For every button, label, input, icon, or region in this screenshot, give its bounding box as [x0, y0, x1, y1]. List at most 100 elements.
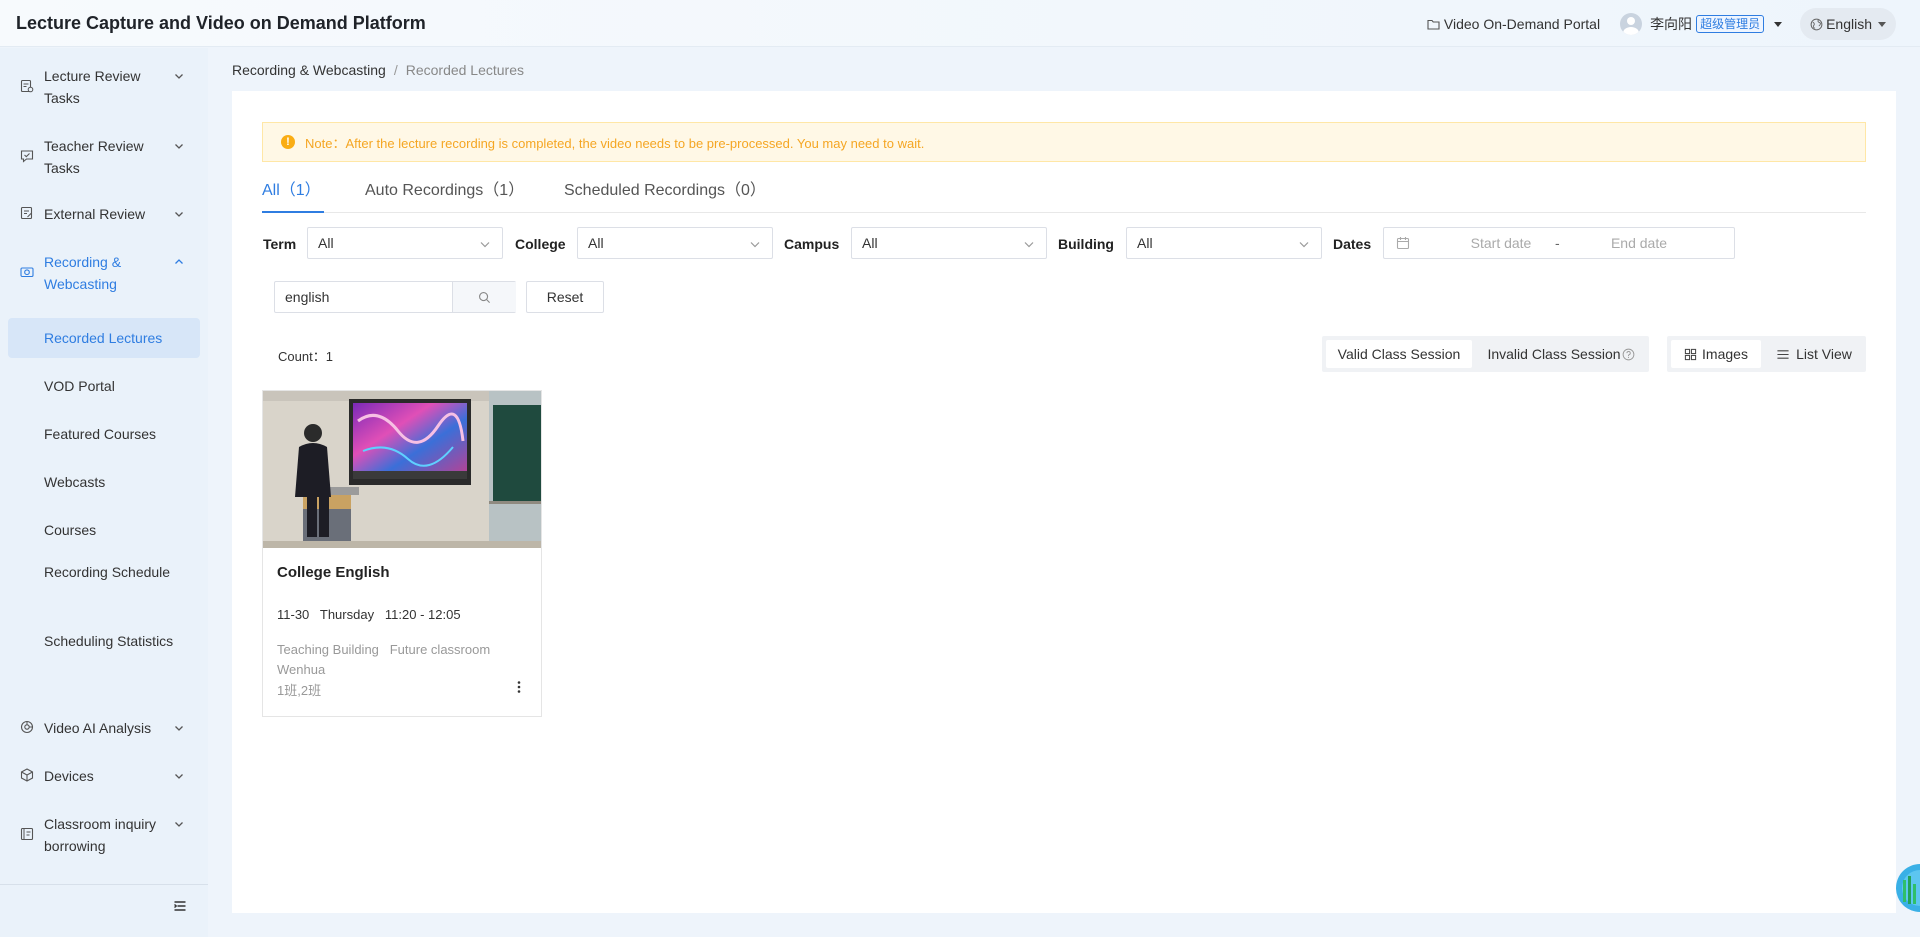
- lecture-card[interactable]: College English 11-30 Thursday 11:20 - 1…: [262, 390, 542, 717]
- chevron-down-icon: [175, 144, 183, 149]
- sidebar-item-recording-webcasting[interactable]: Recording & Webcasting: [0, 251, 208, 295]
- breadcrumb: Recording & Webcasting / Recorded Lectur…: [232, 62, 524, 78]
- chevron-down-icon: [1299, 242, 1309, 248]
- menu-collapse-icon[interactable]: [173, 899, 187, 913]
- sidebar-subitem-vod-portal[interactable]: VOD Portal: [8, 366, 200, 406]
- reset-button[interactable]: Reset: [526, 281, 604, 313]
- building-value: All: [1137, 235, 1153, 251]
- list-view-button[interactable]: List View: [1765, 340, 1863, 368]
- end-date-input[interactable]: End date: [1574, 235, 1704, 251]
- college-value: All: [588, 235, 604, 251]
- building-select[interactable]: All: [1126, 227, 1322, 259]
- dates-label: Dates: [1333, 236, 1372, 252]
- ai-analysis-icon: [20, 720, 34, 734]
- chevron-down-icon: [175, 822, 183, 827]
- campus-value: All: [862, 235, 878, 251]
- campus-select[interactable]: All: [851, 227, 1047, 259]
- document-edit-icon: [20, 206, 33, 220]
- lecture-classes: 1班,2班: [277, 683, 322, 698]
- images-view-button[interactable]: Images: [1671, 340, 1761, 368]
- count-value: 1: [325, 349, 333, 364]
- lecture-title: College English: [277, 564, 390, 581]
- user-menu[interactable]: 李向阳 超级管理员: [1620, 13, 1783, 35]
- breadcrumb-separator: /: [393, 62, 398, 78]
- valid-session-button[interactable]: Valid Class Session: [1326, 340, 1472, 368]
- term-value: All: [318, 235, 334, 251]
- start-date-input[interactable]: Start date: [1446, 235, 1556, 251]
- sidebar-item-label: Video AI Analysis: [44, 720, 152, 736]
- college-select[interactable]: All: [577, 227, 773, 259]
- search-button[interactable]: [452, 282, 516, 312]
- camera-icon: [20, 267, 34, 278]
- invalid-session-button[interactable]: Invalid Class Session: [1475, 340, 1647, 368]
- sidebar-subitem-courses[interactable]: Courses: [8, 510, 200, 550]
- sidebar-subitem-recorded-lectures[interactable]: Recorded Lectures: [8, 318, 200, 358]
- sidebar-subitem-label: VOD Portal: [44, 378, 115, 394]
- tab-auto-recordings[interactable]: Auto Recordings（1）: [365, 179, 524, 213]
- sidebar-subitem-recording-schedule[interactable]: Recording Schedule: [8, 559, 200, 607]
- sidebar-subitem-featured-courses[interactable]: Featured Courses: [8, 414, 200, 454]
- search-input[interactable]: [275, 282, 451, 312]
- caret-down-icon: [1774, 21, 1783, 27]
- main-panel: ! Note：After the lecture recording is co…: [232, 91, 1896, 913]
- chevron-down-icon: [1024, 242, 1034, 248]
- tab-scheduled-recordings[interactable]: Scheduled Recordings（0）: [564, 179, 766, 213]
- more-options-icon[interactable]: [511, 679, 527, 695]
- recording-tabs: All（1） Auto Recordings（1） Scheduled Reco…: [262, 179, 1866, 213]
- grid-icon: [1684, 348, 1697, 360]
- date-range-picker[interactable]: Start date - End date: [1383, 227, 1735, 259]
- sidebar-subitem-scheduling-statistics[interactable]: Scheduling Statistics: [8, 628, 200, 676]
- chevron-up-icon: [175, 259, 183, 264]
- tab-all[interactable]: All（1）: [262, 179, 324, 213]
- lecture-thumbnail[interactable]: [263, 391, 541, 548]
- calendar-icon: [1396, 237, 1410, 250]
- sidebar-item-lecture-review-tasks[interactable]: Lecture Review Tasks: [0, 65, 208, 109]
- warning-icon: !: [281, 135, 295, 149]
- sidebar-subitem-label: Featured Courses: [44, 426, 157, 442]
- sidebar-item-devices[interactable]: Devices: [0, 765, 208, 787]
- folder-icon: [1427, 19, 1440, 30]
- sidebar-subitem-label: Webcasts: [44, 474, 106, 490]
- search-icon: [479, 291, 491, 303]
- caret-down-icon: [1878, 21, 1886, 27]
- view-toggle: Images List View: [1667, 336, 1866, 372]
- session-toggle: Valid Class Session Invalid Class Sessio…: [1322, 336, 1649, 372]
- chevron-down-icon: [750, 242, 760, 248]
- sidebar-item-teacher-review-tasks[interactable]: Teacher Review Tasks: [0, 135, 208, 179]
- search-box: [274, 281, 516, 313]
- sidebar-subitem-label: Recording Schedule: [44, 564, 171, 580]
- lecture-location: Teaching Building Future classroom Wenhu…: [277, 642, 494, 677]
- sidebar-item-classroom-inquiry-borrowing[interactable]: Classroom inquiry borrowing: [0, 813, 208, 857]
- chat-check-icon: [20, 150, 34, 163]
- sidebar-subitem-webcasts[interactable]: Webcasts: [8, 462, 200, 502]
- sidebar-subitem-label: Scheduling Statistics: [44, 633, 174, 649]
- vod-portal-link[interactable]: Video On-Demand Portal: [1427, 16, 1600, 32]
- language-selector[interactable]: English: [1800, 8, 1896, 40]
- language-label: English: [1826, 16, 1872, 32]
- notice-banner: ! Note：After the lecture recording is co…: [262, 122, 1866, 162]
- role-badge: 超级管理员: [1696, 15, 1765, 33]
- sidebar-item-label: Devices: [44, 768, 94, 784]
- assistant-widget-icon[interactable]: [1893, 858, 1920, 918]
- sidebar-subitem-label: Courses: [44, 522, 97, 538]
- breadcrumb-parent[interactable]: Recording & Webcasting: [232, 62, 386, 78]
- count-label: Count：: [278, 349, 326, 364]
- sidebar-item-label: Recording & Webcasting: [44, 254, 122, 292]
- user-name: 李向阳: [1650, 16, 1693, 32]
- college-label: College: [515, 236, 566, 252]
- term-select[interactable]: All: [307, 227, 503, 259]
- sidebar-subitem-label: Recorded Lectures: [44, 330, 163, 346]
- sidebar: Lecture Review Tasks Teacher Review Task…: [0, 48, 208, 937]
- list-icon: [1777, 349, 1789, 359]
- notice-text: Note：After the lecture recording is comp…: [305, 135, 925, 151]
- vod-portal-label: Video On-Demand Portal: [1443, 16, 1601, 32]
- chevron-down-icon: [480, 242, 490, 248]
- sidebar-item-video-ai-analysis[interactable]: Video AI Analysis: [0, 717, 208, 739]
- list-view-label: List View: [1796, 346, 1852, 362]
- building-label: Building: [1058, 236, 1114, 252]
- term-label: Term: [263, 236, 297, 252]
- cube-icon: [20, 768, 34, 782]
- breadcrumb-current: Recorded Lectures: [405, 62, 525, 78]
- campus-label: Campus: [784, 236, 840, 252]
- sidebar-item-external-review[interactable]: External Review: [0, 203, 208, 225]
